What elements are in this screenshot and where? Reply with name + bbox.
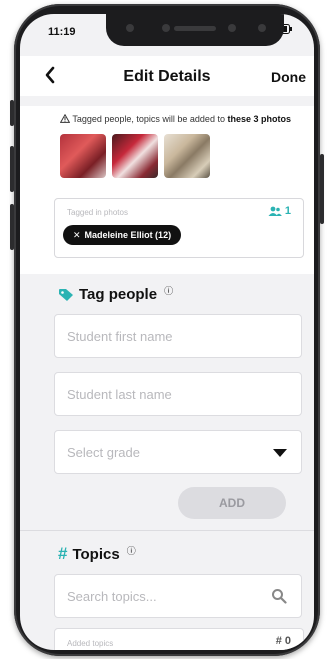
dropdown-caret-icon — [273, 449, 287, 457]
photo-thumbnail[interactable] — [164, 134, 210, 178]
notice-text: Tagged people, topics will be added to — [72, 114, 225, 124]
tagged-label: Tagged in photos — [67, 208, 128, 217]
tagged-person-chip[interactable]: ✕ Madeleine Elliot (12) — [63, 225, 182, 245]
added-topics-label: Added topics — [67, 639, 114, 648]
topic-search-input[interactable]: Search topics... — [54, 574, 302, 618]
topics-heading: # Topics ⓘ — [58, 544, 136, 564]
tag-people-title: Tag people — [79, 286, 158, 303]
tagged-count-value: 1 — [284, 205, 291, 217]
sensor-dot — [228, 24, 236, 32]
info-icon[interactable]: ⓘ — [164, 284, 173, 297]
tagged-count: 1 — [268, 205, 291, 217]
tagged-people-box: Tagged in photos 1 ✕ Madeleine Elliot (1… — [54, 198, 304, 258]
grade-select[interactable]: Select grade — [54, 430, 302, 474]
notice-emphasis: these 3 photos — [227, 114, 291, 124]
added-topics-count: # 0 — [275, 635, 291, 647]
photo-thumbnail[interactable] — [112, 134, 158, 178]
speaker-grille — [174, 26, 216, 31]
people-icon — [268, 206, 282, 216]
sensor-dot — [126, 24, 134, 32]
search-icon[interactable] — [271, 588, 287, 604]
status-time: 11:19 — [48, 26, 76, 38]
done-button[interactable]: Done — [271, 69, 306, 85]
section-divider — [20, 530, 314, 531]
navigation-bar: Edit Details Done — [20, 56, 314, 96]
power-button — [320, 154, 324, 224]
photo-thumbnail[interactable] — [60, 134, 106, 178]
first-name-placeholder: Student first name — [67, 329, 173, 344]
volume-down-button — [10, 204, 14, 250]
grade-placeholder: Select grade — [67, 445, 140, 460]
add-button[interactable]: ADD — [178, 487, 286, 519]
added-topics-box: Added topics # 0 — [54, 628, 304, 650]
tag-people-heading: Tag people ⓘ — [58, 286, 173, 303]
topics-title: Topics — [72, 545, 120, 563]
warning-icon — [59, 113, 71, 123]
app-screen: 11:19 Edit Details Done Tagged people, t… — [20, 14, 314, 650]
page-title: Edit Details — [123, 68, 211, 85]
chip-label: Madeleine Elliot (12) — [84, 230, 172, 240]
photos-card: Tagged people, topics will be added to t… — [20, 106, 314, 274]
topic-search-placeholder: Search topics... — [67, 589, 157, 604]
camera-dot — [162, 24, 170, 32]
tag-icon — [59, 288, 73, 301]
volume-up-button — [10, 146, 14, 192]
camera-dot — [258, 24, 266, 32]
last-name-placeholder: Student last name — [67, 387, 172, 402]
silent-switch — [10, 100, 14, 126]
first-name-field[interactable]: Student first name — [54, 314, 302, 358]
photo-thumbnails — [60, 134, 210, 178]
last-name-field[interactable]: Student last name — [54, 372, 302, 416]
remove-tag-icon[interactable]: ✕ — [73, 230, 81, 241]
info-icon[interactable]: ⓘ — [127, 544, 136, 557]
hashtag-icon: # — [58, 544, 68, 563]
tag-notice: Tagged people, topics will be added to t… — [59, 113, 291, 124]
camera-notch — [106, 14, 284, 46]
